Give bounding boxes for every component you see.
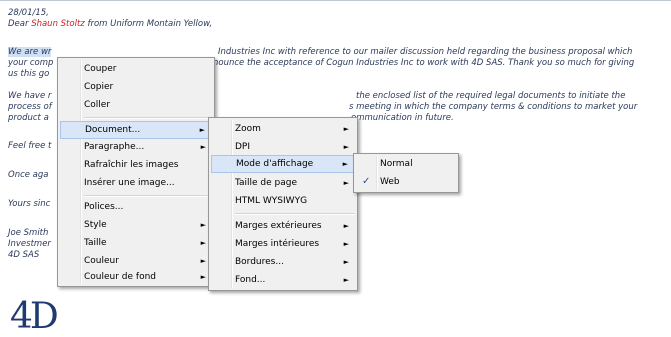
menu-item-outer-margins-label: Marges extérieures bbox=[235, 221, 322, 231]
menu-item-insert-image[interactable]: Insérer une image... bbox=[60, 174, 212, 192]
submenu-arrow-icon: ► bbox=[200, 257, 206, 265]
greeting-prefix: Dear bbox=[8, 19, 32, 29]
submenu-arrow-icon: ► bbox=[199, 126, 205, 134]
checkmark-icon: ✓ bbox=[362, 176, 371, 187]
menu-item-outer-margins[interactable]: Marges extérieures ► bbox=[211, 217, 355, 235]
letter-date: 28/01/15, bbox=[8, 8, 49, 18]
menu-separator bbox=[84, 117, 212, 119]
menu-item-html-wysiwyg[interactable]: HTML WYSIWYG bbox=[211, 192, 355, 210]
submenu-arrow-icon: ► bbox=[343, 258, 349, 266]
signature-name: Joe Smith bbox=[8, 228, 49, 238]
submenu-arrow-icon: ► bbox=[343, 240, 349, 248]
submenu-arrow-icon: ► bbox=[342, 160, 348, 168]
menu-item-dpi[interactable]: DPI ► bbox=[211, 138, 355, 156]
menu-item-inner-margins[interactable]: Marges intérieures ► bbox=[211, 235, 355, 253]
display-mode-submenu: Normal ✓ Web bbox=[353, 153, 459, 193]
paragraph1-line2: your comp nounce the acceptance of Cogun… bbox=[8, 58, 634, 68]
menu-item-document[interactable]: Document... ► bbox=[60, 121, 212, 139]
letter-greeting: Dear Shaun Stoltz from Uniform Montain Y… bbox=[8, 19, 212, 29]
submenu-arrow-icon: ► bbox=[343, 143, 349, 151]
menu-item-background-label: Fond... bbox=[235, 275, 266, 285]
p2-line2-rest: s meeting in which the company terms & c… bbox=[349, 102, 638, 112]
greeting-name: Shaun Stoltz bbox=[31, 19, 85, 29]
company-logo: 4D bbox=[10, 296, 59, 337]
menu-item-cut[interactable]: Couper bbox=[60, 60, 212, 78]
menu-item-fonts[interactable]: Polices... bbox=[60, 198, 212, 216]
menu-item-size[interactable]: Taille ► bbox=[60, 234, 212, 252]
closing-once-again: Once aga bbox=[8, 170, 49, 180]
menu-item-display-mode-label: Mode d'affichage bbox=[236, 159, 314, 169]
submenu-arrow-icon: ► bbox=[343, 125, 349, 133]
closing-yours: Yours sinc bbox=[8, 199, 51, 209]
paragraph2-line3: product a ommunication in future. bbox=[8, 113, 454, 123]
menu-item-web[interactable]: ✓ Web bbox=[356, 173, 456, 191]
p2-line3-rest: ommunication in future. bbox=[351, 113, 454, 123]
paragraph2-line2: process of s meeting in which the compan… bbox=[8, 102, 637, 112]
menu-separator bbox=[235, 213, 355, 215]
p2-line1-rest: the enclosed list of the required legal … bbox=[356, 91, 626, 101]
menu-item-document-label: Document... bbox=[85, 125, 141, 135]
submenu-arrow-icon: ► bbox=[343, 179, 349, 187]
signature-company: 4D SAS bbox=[8, 250, 40, 260]
menu-item-page-size[interactable]: Taille de page ► bbox=[211, 174, 355, 192]
context-menu: Couper Copier Coller Document... ► Parag… bbox=[57, 57, 215, 287]
p2-line2-start: process of bbox=[8, 102, 52, 112]
paragraph1-line1: We are wr Industries Inc with reference … bbox=[8, 47, 632, 57]
menu-item-paste[interactable]: Coller bbox=[60, 96, 212, 114]
submenu-arrow-icon: ► bbox=[343, 222, 349, 230]
paragraph1-line3: us this go bbox=[8, 69, 50, 79]
top-border bbox=[0, 0, 671, 1]
menu-item-background[interactable]: Fond... ► bbox=[211, 271, 355, 289]
menu-item-borders-label: Bordures... bbox=[235, 257, 284, 267]
menu-item-paragraph-label: Paragraphe... bbox=[84, 142, 145, 152]
menu-item-zoom-label: Zoom bbox=[235, 124, 261, 134]
menu-item-background-color[interactable]: Couleur de fond ► bbox=[60, 270, 212, 284]
menu-item-color-label: Couleur bbox=[84, 256, 119, 266]
submenu-arrow-icon: ► bbox=[343, 276, 349, 284]
selected-text[interactable]: We are wr bbox=[8, 47, 52, 57]
menu-item-color[interactable]: Couleur ► bbox=[60, 252, 212, 270]
p2-line3-start: product a bbox=[8, 113, 49, 123]
menu-item-display-mode[interactable]: Mode d'affichage ► bbox=[211, 155, 355, 173]
submenu-arrow-icon: ► bbox=[200, 143, 206, 151]
signature-title: Investmer bbox=[8, 239, 51, 249]
document-submenu: Zoom ► DPI ► Mode d'affichage ► Taille d… bbox=[208, 117, 358, 291]
menu-separator bbox=[84, 195, 212, 197]
menu-item-borders[interactable]: Bordures... ► bbox=[211, 253, 355, 271]
submenu-arrow-icon: ► bbox=[200, 239, 206, 247]
submenu-arrow-icon: ► bbox=[200, 221, 206, 229]
paragraph2-line1: We have r the enclosed list of the requi… bbox=[8, 91, 625, 101]
menu-item-style-label: Style bbox=[84, 220, 107, 230]
menu-item-normal[interactable]: Normal bbox=[356, 155, 456, 173]
menu-item-zoom[interactable]: Zoom ► bbox=[211, 120, 355, 138]
p1-line2-rest: nounce the acceptance of Cogun Industrie… bbox=[213, 58, 635, 68]
menu-item-background-color-label: Couleur de fond bbox=[84, 272, 156, 282]
p1-line1-rest: Industries Inc with reference to our mai… bbox=[218, 47, 633, 57]
menu-item-copy[interactable]: Copier bbox=[60, 78, 212, 96]
menu-item-web-label: Web bbox=[380, 177, 400, 187]
closing-feel-free: Feel free t bbox=[8, 141, 52, 151]
menu-item-refresh-images[interactable]: Rafraîchir les images bbox=[60, 156, 212, 174]
submenu-arrow-icon: ► bbox=[200, 273, 206, 281]
p1-line2-start: your comp bbox=[8, 58, 54, 68]
menu-item-paragraph[interactable]: Paragraphe... ► bbox=[60, 138, 212, 156]
greeting-suffix: from Uniform Montain Yellow, bbox=[84, 19, 213, 29]
menu-item-size-label: Taille bbox=[84, 238, 107, 248]
menu-item-dpi-label: DPI bbox=[235, 142, 251, 152]
menu-item-style[interactable]: Style ► bbox=[60, 216, 212, 234]
menu-item-page-size-label: Taille de page bbox=[235, 178, 298, 188]
p2-line1-start: We have r bbox=[8, 91, 52, 101]
menu-item-inner-margins-label: Marges intérieures bbox=[235, 239, 320, 249]
